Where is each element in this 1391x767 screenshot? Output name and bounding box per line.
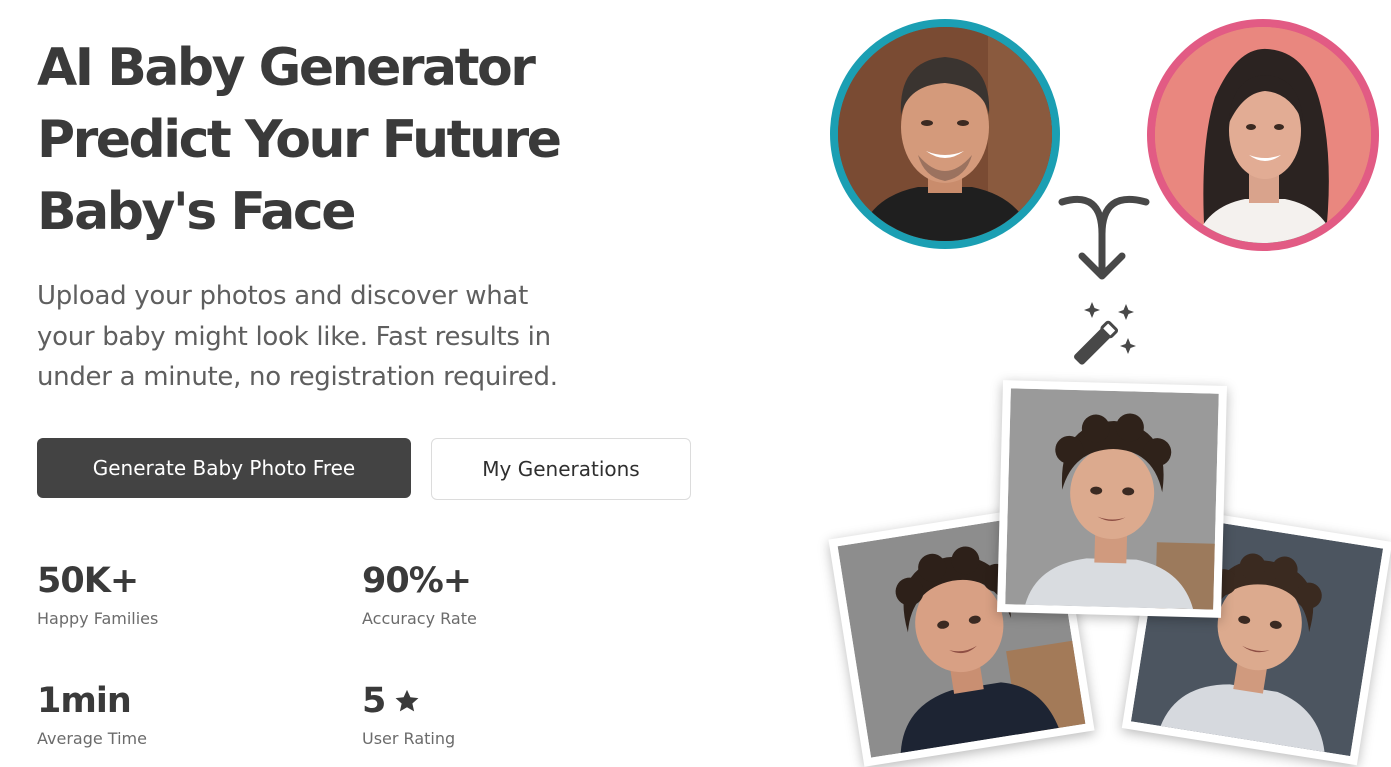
hero-subtitle-line-2: your baby might look like. Fast results … — [37, 321, 551, 352]
stat-value: 90%+ — [362, 561, 472, 601]
father-portrait-image — [838, 27, 1052, 241]
baby-photo-center — [997, 380, 1227, 618]
stat-user-rating: 5 User Rating — [362, 681, 455, 748]
stat-value: 50K+ — [37, 561, 139, 601]
stat-label: User Rating — [362, 729, 456, 748]
stat-value: 1min — [37, 681, 132, 721]
my-generations-button[interactable]: My Generations — [431, 438, 691, 500]
stat-label: Average Time — [37, 729, 147, 748]
merge-arrow-icon — [1058, 195, 1150, 280]
hero-title-line-1: AI Baby Generator — [37, 38, 536, 98]
father-photo — [830, 19, 1060, 249]
hero-subtitle: Upload your photos and discover what you… — [37, 276, 677, 398]
hero-subtitle-line-3: under a minute, no registration required… — [37, 362, 558, 392]
stat-label: Accuracy Rate — [362, 609, 477, 628]
stat-average-time: 1min Average Time — [37, 681, 147, 748]
stat-accuracy-rate: 90%+ Accuracy Rate — [362, 561, 477, 628]
mother-portrait-image — [1155, 27, 1371, 243]
hero-title-line-3: Baby's Face — [37, 182, 356, 242]
stat-value: 5 — [362, 681, 386, 721]
hero-title: AI Baby Generator Predict Your Future Ba… — [37, 32, 657, 248]
stat-label: Happy Families — [37, 609, 159, 628]
star-icon — [395, 689, 419, 712]
magic-wand-icon — [1074, 302, 1136, 365]
stat-happy-families: 50K+ Happy Families — [37, 561, 158, 628]
baby-photo-center-image — [1005, 388, 1219, 610]
generate-baby-photo-button[interactable]: Generate Baby Photo Free — [37, 438, 411, 498]
hero-title-line-2: Predict Your Future — [37, 110, 562, 170]
mother-photo — [1147, 19, 1379, 251]
hero-subtitle-line-1: Upload your photos and discover what — [37, 281, 528, 311]
stat-value-row: 5 — [362, 681, 455, 721]
